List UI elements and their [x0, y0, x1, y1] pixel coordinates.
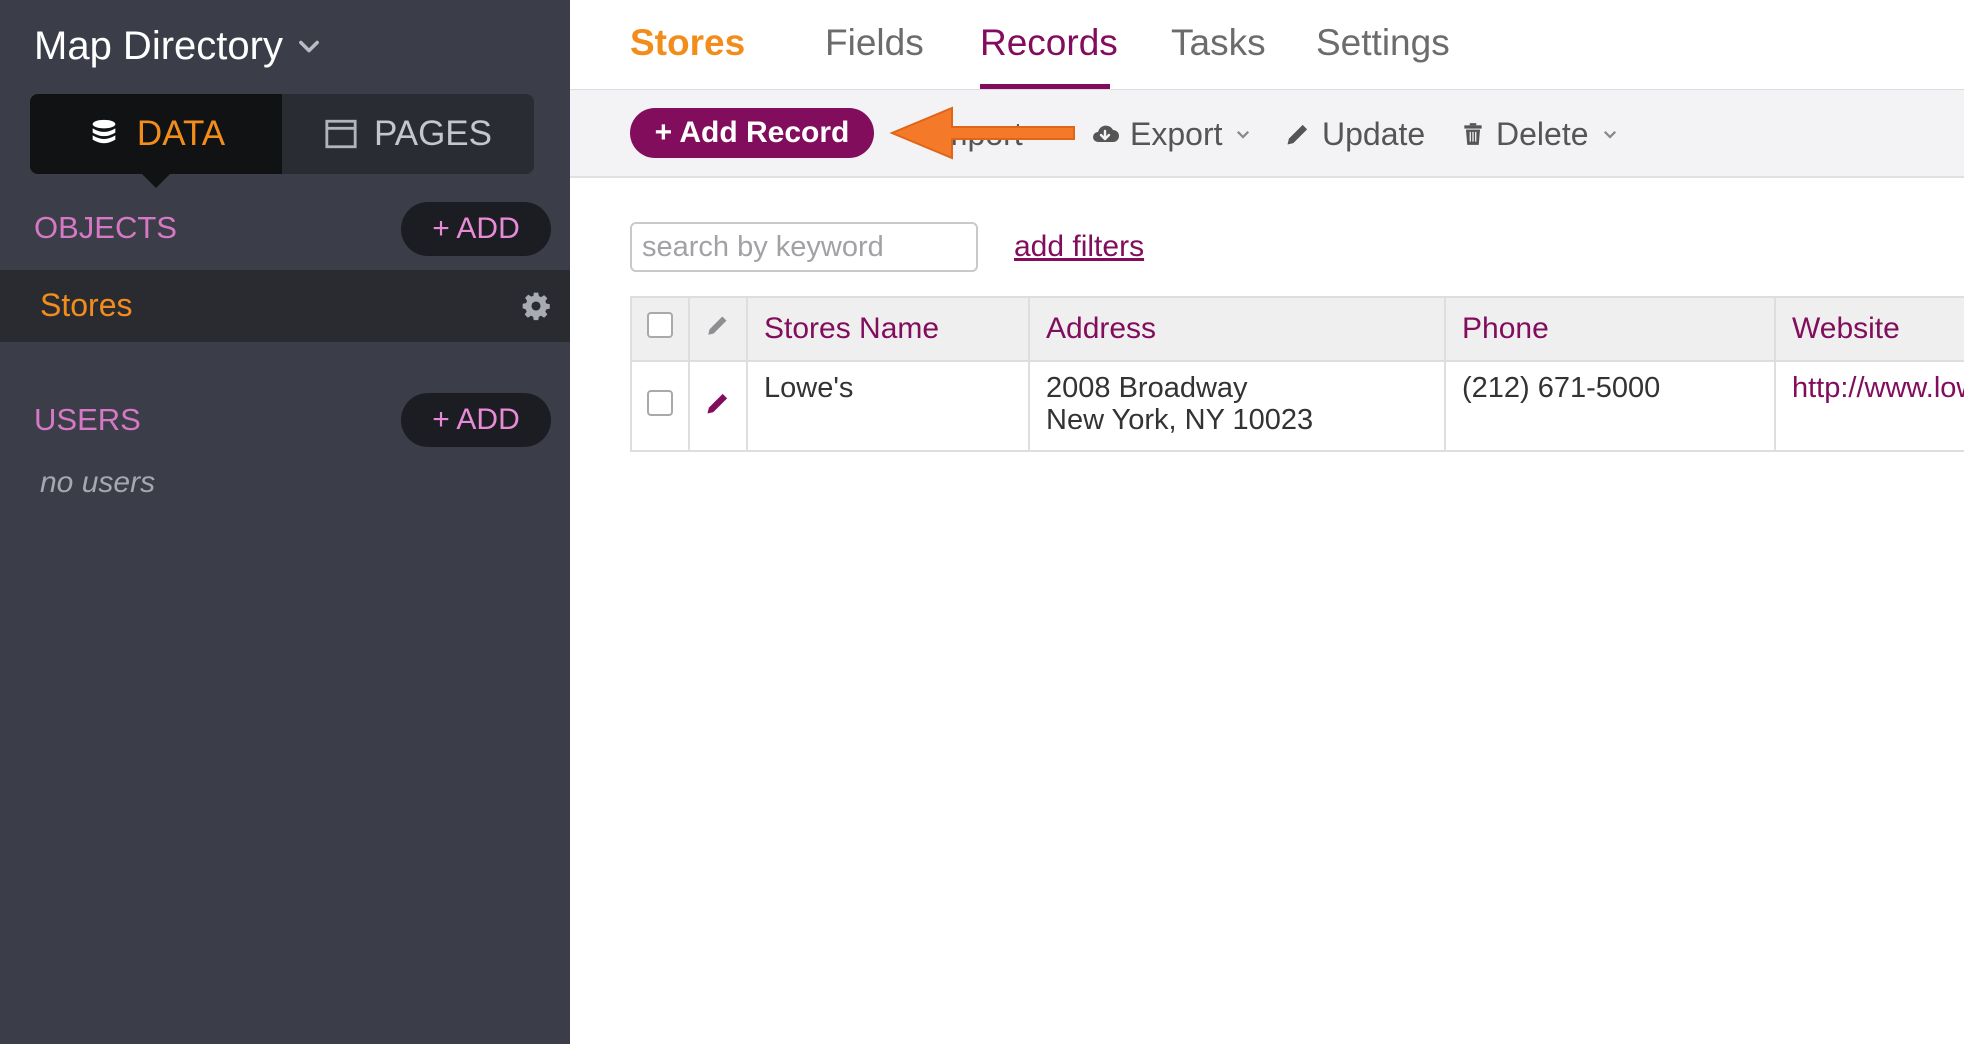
update-label: Update — [1322, 115, 1426, 152]
objects-section-label: OBJECTS — [34, 210, 177, 245]
sidebar: Map Directory DATA PAGES OBJECTS + ADD S… — [0, 0, 570, 1044]
chevron-down-icon — [1237, 130, 1250, 139]
database-icon — [92, 119, 116, 144]
select-all-checkbox[interactable] — [647, 312, 673, 338]
no-users-text: no users — [40, 466, 156, 499]
records-toolbar: + Add Record Import Export Update Delete — [570, 90, 1964, 178]
gear-icon[interactable] — [520, 290, 552, 322]
address-line-2: New York, NY 10023 — [1046, 404, 1314, 436]
segment-data[interactable]: DATA — [30, 94, 282, 174]
edit-column-header — [688, 296, 748, 362]
pencil-icon — [1287, 124, 1308, 145]
table-header-row: Stores Name Address Phone Website — [630, 296, 1964, 362]
active-tab-indicator — [980, 84, 1110, 89]
tab-settings[interactable]: Settings — [1316, 22, 1450, 64]
records-table: Stores Name Address Phone Website Lowe's… — [630, 296, 1964, 452]
data-pages-switch: DATA PAGES — [30, 94, 534, 174]
search-input[interactable] — [630, 222, 978, 272]
app-title-dropdown[interactable]: Map Directory — [34, 18, 323, 74]
object-title: Stores — [630, 22, 746, 63]
sidebar-item-label: Stores — [40, 287, 133, 323]
cell-website-link[interactable]: http://www.low — [1774, 360, 1964, 452]
segment-pages-label: PAGES — [373, 114, 492, 153]
tab-records[interactable]: Records — [980, 22, 1118, 64]
cell-store-name: Lowe's — [746, 360, 1030, 452]
export-label: Export — [1130, 115, 1223, 152]
cloud-download-icon — [1093, 125, 1119, 142]
column-header-phone[interactable]: Phone — [1444, 296, 1776, 362]
add-object-button[interactable]: + ADD — [401, 202, 551, 256]
column-header-address[interactable]: Address — [1028, 296, 1446, 362]
app-title: Map Directory — [34, 23, 283, 68]
select-all-cell — [630, 296, 690, 362]
annotation-arrow-icon — [889, 106, 1075, 160]
delete-button[interactable]: Delete — [1460, 114, 1629, 154]
users-section-label: USERS — [34, 402, 141, 437]
segment-pages[interactable]: PAGES — [282, 94, 534, 174]
pencil-icon — [708, 316, 727, 335]
tab-fields[interactable]: Fields — [825, 22, 924, 64]
window-icon — [325, 119, 357, 149]
add-record-button[interactable]: + Add Record — [630, 108, 874, 158]
column-header-stores-name[interactable]: Stores Name — [746, 296, 1030, 362]
object-tabs: Stores Fields Records Tasks Settings — [570, 0, 1964, 91]
chevron-down-icon — [299, 40, 319, 53]
active-segment-pointer — [140, 172, 172, 188]
segment-data-label: DATA — [136, 114, 226, 153]
add-user-button[interactable]: + ADD — [401, 393, 551, 447]
tab-tasks[interactable]: Tasks — [1171, 22, 1266, 64]
cell-phone: (212) 671-5000 — [1444, 360, 1776, 452]
update-button[interactable]: Update — [1284, 114, 1425, 154]
row-select-cell — [630, 360, 690, 452]
chevron-down-icon — [1603, 130, 1616, 139]
edit-pencil-icon[interactable] — [704, 389, 732, 417]
add-filters-link[interactable]: add filters — [1014, 230, 1144, 264]
export-button[interactable]: Export — [1090, 114, 1262, 154]
column-header-website[interactable]: Website — [1774, 296, 1964, 362]
row-edit-cell — [688, 360, 748, 452]
delete-label: Delete — [1496, 115, 1589, 152]
trash-icon — [1464, 123, 1482, 145]
table-row: Lowe's 2008 Broadway New York, NY 10023 … — [630, 360, 1964, 452]
cell-address: 2008 Broadway New York, NY 10023 — [1028, 360, 1446, 452]
address-line-1: 2008 Broadway — [1046, 372, 1248, 404]
row-checkbox[interactable] — [647, 389, 673, 416]
sidebar-item-stores[interactable]: Stores — [0, 270, 570, 342]
